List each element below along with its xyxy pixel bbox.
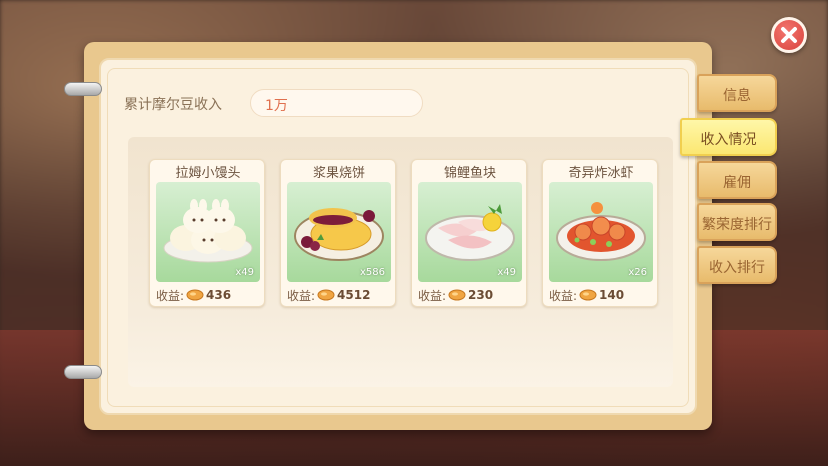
dish-card[interactable]: 锦鲤鱼块 x49 收益: 230 [411, 159, 527, 307]
total-income-value: 1万 [250, 89, 423, 117]
dish-name: 浆果烧饼 [312, 166, 365, 181]
dish-image: x49 [418, 182, 522, 282]
dish-count: x586 [359, 267, 385, 278]
dish-card[interactable]: 拉姆小馒头 x49 收益: 436 [149, 159, 265, 307]
dish-count: x49 [497, 267, 516, 278]
tab-hire[interactable]: 雇佣 [697, 161, 777, 199]
dish-name: 锦鲤鱼块 [443, 166, 496, 181]
dish-income: 收益: 230 [418, 288, 494, 303]
dish-income: 收益: 436 [156, 288, 232, 303]
tab-prosperity-ranking[interactable]: 繁荣度排行 [697, 203, 777, 241]
dish-income: 收益: 140 [549, 288, 625, 303]
tab-income-ranking[interactable]: 收入排行 [697, 246, 777, 284]
dish-image: x49 [156, 182, 260, 282]
total-income-label: 累计摩尔豆收入 [124, 97, 222, 113]
dish-card[interactable]: 浆果烧饼 x586 收益: 4512 [280, 159, 396, 307]
tab-info[interactable]: 信息 [697, 74, 777, 112]
dish-count: x26 [628, 267, 647, 278]
mole-bean-coin-icon [448, 289, 466, 301]
dish-card[interactable]: 奇异炸冰虾 x26 收益: 140 [542, 159, 658, 307]
dish-income: 收益: 4512 [287, 288, 371, 303]
dish-image: x26 [549, 182, 653, 282]
tab-income[interactable]: 收入情况 [680, 118, 777, 156]
binder-ring-icon [64, 82, 102, 96]
mole-bean-coin-icon [317, 289, 335, 301]
mole-bean-coin-icon [186, 289, 204, 301]
binder-ring-icon [64, 365, 102, 379]
dish-name: 奇异炸冰虾 [568, 166, 634, 181]
mole-bean-coin-icon [579, 289, 597, 301]
dish-image: x586 [287, 182, 391, 282]
close-button[interactable] [771, 17, 807, 53]
dish-count: x49 [235, 267, 254, 278]
dish-name: 拉姆小馒头 [175, 166, 241, 181]
close-icon [781, 27, 797, 43]
